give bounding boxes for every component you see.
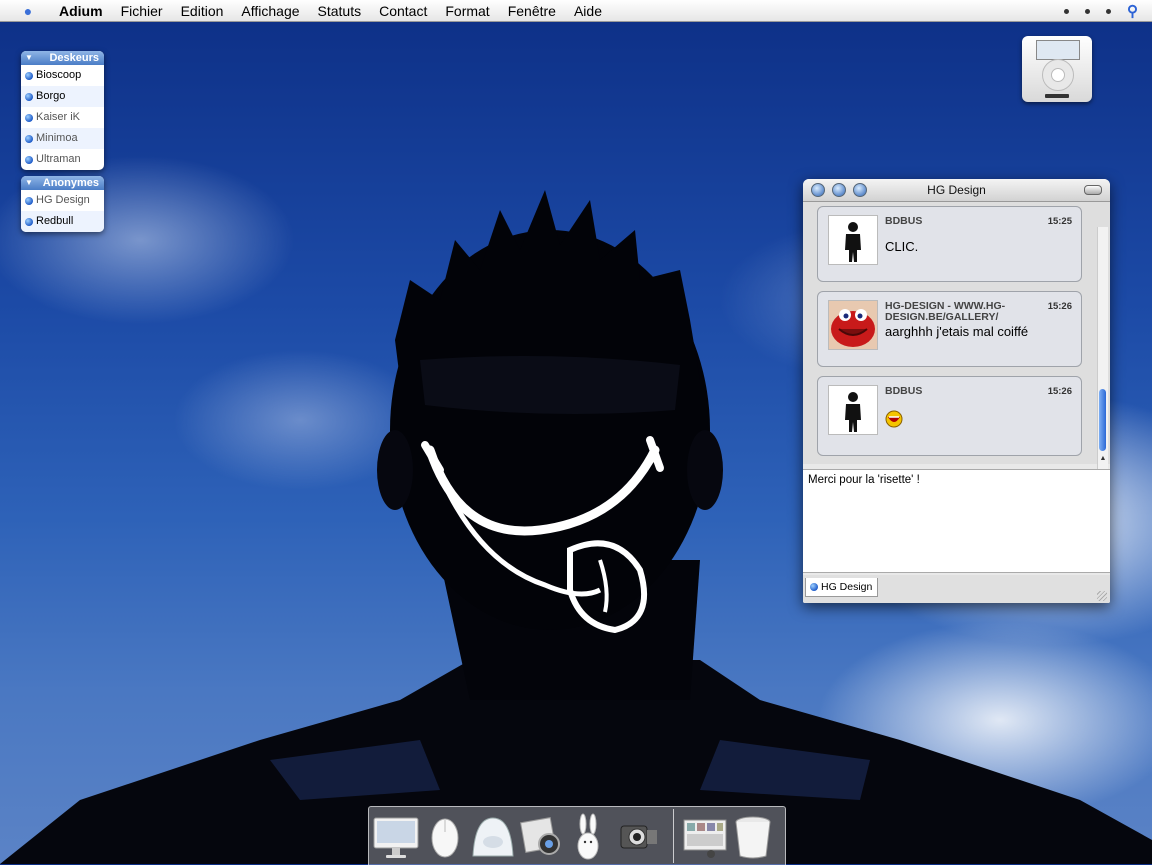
message-list: BDBUS 15:25 CLIC. HG-DESIGN - WWW.HG-DES…: [803, 202, 1110, 485]
contact-item[interactable]: Ultraman: [21, 149, 104, 170]
contact-group-anonymes: ▼ Anonymes HG Design Redbull: [21, 176, 104, 232]
menu-contact[interactable]: Contact: [370, 0, 436, 22]
laughing-emoticon-icon: [885, 410, 903, 428]
message-sender: BDBUS: [885, 385, 923, 397]
group-name: Anonymes: [42, 177, 99, 189]
menu-extra-dot-icon[interactable]: [1085, 8, 1090, 14]
message-bubble: BDBUS 15:26: [817, 376, 1082, 456]
contact-item[interactable]: Minimoa: [21, 128, 104, 149]
menu-extra-dot-icon[interactable]: [1106, 8, 1111, 14]
scroll-up-arrow-icon[interactable]: ▲: [1098, 453, 1108, 465]
ipod-hub: [1051, 68, 1065, 82]
menu-fichier[interactable]: Fichier: [112, 0, 172, 22]
message-time: 15:26: [1047, 301, 1072, 312]
menu-app[interactable]: Adium: [50, 0, 112, 22]
contact-item[interactable]: Kaiser iK: [21, 107, 104, 128]
message-sender: HG-DESIGN - WWW.HG-DESIGN.BE/GALLERY/: [885, 300, 1006, 323]
status-icon: [25, 134, 33, 143]
camcorder-icon[interactable]: [615, 812, 663, 860]
menu-affichage[interactable]: Affichage: [232, 0, 308, 22]
speaker-icon[interactable]: [469, 812, 517, 860]
menu-format[interactable]: Format: [436, 0, 498, 22]
avatar: [828, 300, 878, 350]
contact-name: Redbull: [36, 215, 74, 227]
imac-icon[interactable]: [372, 812, 420, 860]
status-icon: [25, 71, 33, 80]
message-input-text: Merci pour la 'risette' !: [808, 474, 920, 486]
menu-statuts[interactable]: Statuts: [309, 0, 371, 22]
dock: [368, 806, 786, 865]
group-name: Deskeurs: [49, 52, 99, 64]
cartoon-avatar-icon: [829, 301, 877, 349]
message-bubble: HG-DESIGN - WWW.HG-DESIGN.BE/GALLERY/ 15…: [817, 291, 1082, 367]
message-time: 15:26: [1047, 386, 1072, 397]
avatar: [828, 215, 878, 265]
ipod-screen: [1036, 40, 1080, 60]
ipod-port: [1045, 94, 1069, 98]
menu-extras: ⚲: [1064, 0, 1138, 22]
contact-item[interactable]: Redbull: [21, 211, 104, 232]
message-scrollbar[interactable]: ▲ ▼: [1097, 227, 1108, 485]
apple-icon[interactable]: ●: [20, 3, 36, 19]
silhouette-avatar-icon: [845, 392, 861, 432]
rabbit-icon[interactable]: [565, 812, 613, 860]
menu-fenetre[interactable]: Fenêtre: [499, 0, 565, 22]
group-header[interactable]: ▼ Deskeurs: [21, 51, 104, 65]
ipod-icon[interactable]: [1022, 36, 1092, 102]
contact-item[interactable]: Borgo: [21, 86, 104, 107]
status-icon: [810, 583, 818, 591]
contact-name: Bioscoop: [36, 69, 82, 81]
contact-group-deskeurs: ▼ Deskeurs Bioscoop Borgo Kaiser iK Mini…: [21, 51, 104, 170]
silhouette-avatar-icon: [845, 222, 861, 262]
contact-name: HG Design: [36, 194, 90, 206]
disclosure-triangle-icon[interactable]: ▼: [25, 51, 33, 65]
contact-item[interactable]: Bioscoop: [21, 65, 104, 86]
tab-label: HG Design: [821, 581, 873, 593]
contact-name: Minimoa: [36, 132, 78, 144]
contact-name: Ultraman: [36, 153, 81, 165]
message-text: CLIC.: [885, 239, 919, 254]
contact-name: Borgo: [36, 90, 66, 102]
tab-hg-design[interactable]: HG Design: [805, 578, 879, 597]
chat-tab-bar: HG Design: [803, 575, 1110, 603]
status-icon: [25, 217, 33, 226]
disclosure-triangle-icon[interactable]: ▼: [25, 176, 33, 190]
trash-icon[interactable]: [729, 812, 777, 860]
chat-title: HG Design: [927, 183, 986, 197]
mouse-icon[interactable]: [421, 812, 469, 860]
toolbar-toggle-button[interactable]: [1084, 185, 1102, 195]
resize-grip-icon[interactable]: [1097, 591, 1107, 601]
scrollbar-thumb[interactable]: [1099, 389, 1106, 451]
message-input[interactable]: Merci pour la 'risette' !: [803, 469, 1110, 573]
panel-icon[interactable]: [681, 812, 729, 860]
menu-edition[interactable]: Edition: [172, 0, 233, 22]
avatar: [828, 385, 878, 435]
status-icon: [25, 196, 33, 205]
menu-aide[interactable]: Aide: [565, 0, 611, 22]
chat-titlebar[interactable]: HG Design: [803, 179, 1110, 202]
menu-bar: ● Adium Fichier Edition Affichage Statut…: [0, 0, 1152, 22]
dock-separator: [673, 809, 674, 863]
chat-window: HG Design BDBUS 15:25 CLIC. HG-DESIGN - …: [803, 179, 1110, 603]
message-time: 15:25: [1047, 216, 1072, 227]
spotlight-icon[interactable]: ⚲: [1127, 2, 1138, 20]
message-bubble: BDBUS 15:25 CLIC.: [817, 206, 1082, 282]
status-icon: [25, 155, 33, 164]
status-icon: [25, 92, 33, 101]
contact-name: Kaiser iK: [36, 111, 81, 123]
menu-extra-dot-icon[interactable]: [1064, 8, 1069, 14]
message-sender: BDBUS: [885, 215, 923, 227]
message-text: aarghhh j'etais mal coiffé: [885, 324, 1029, 339]
status-icon: [25, 113, 33, 122]
contact-item[interactable]: HG Design: [21, 190, 104, 211]
iphoto-icon[interactable]: [517, 812, 565, 860]
group-header[interactable]: ▼ Anonymes: [21, 176, 104, 190]
